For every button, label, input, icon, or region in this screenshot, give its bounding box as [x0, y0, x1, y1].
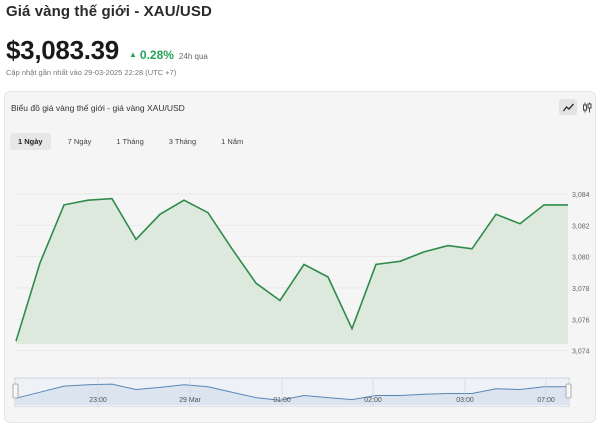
x-tick-label: 23:00 [89, 397, 107, 404]
x-tick-label: 02:00 [364, 397, 382, 404]
y-tick-label: 3,082 [572, 223, 590, 230]
range-navigator: 23:00 29 Mar 01:00 02:00 03:00 07:00 [12, 377, 572, 407]
price-area-fill [16, 198, 568, 344]
y-tick-label: 3,080 [572, 255, 590, 262]
x-tick-label: 01:00 [273, 397, 291, 404]
y-axis-labels: 3,074 3,076 3,078 3,080 3,082 3,084 [572, 192, 590, 356]
x-tick-label: 03:00 [456, 397, 474, 404]
navigator-handle-right[interactable] [565, 383, 572, 399]
x-tick-label: 07:00 [537, 397, 555, 404]
y-tick-label: 3,076 [572, 317, 590, 324]
y-tick-label: 3,074 [572, 349, 590, 356]
y-tick-label: 3,078 [572, 286, 590, 293]
price-chart: 3,074 3,076 3,078 3,080 3,082 3,084 23:00 29 M… [12, 192, 590, 407]
navigator-handle-left[interactable] [12, 383, 19, 399]
y-tick-label: 3,084 [572, 192, 590, 199]
x-tick-label: 29 Mar [179, 397, 201, 404]
